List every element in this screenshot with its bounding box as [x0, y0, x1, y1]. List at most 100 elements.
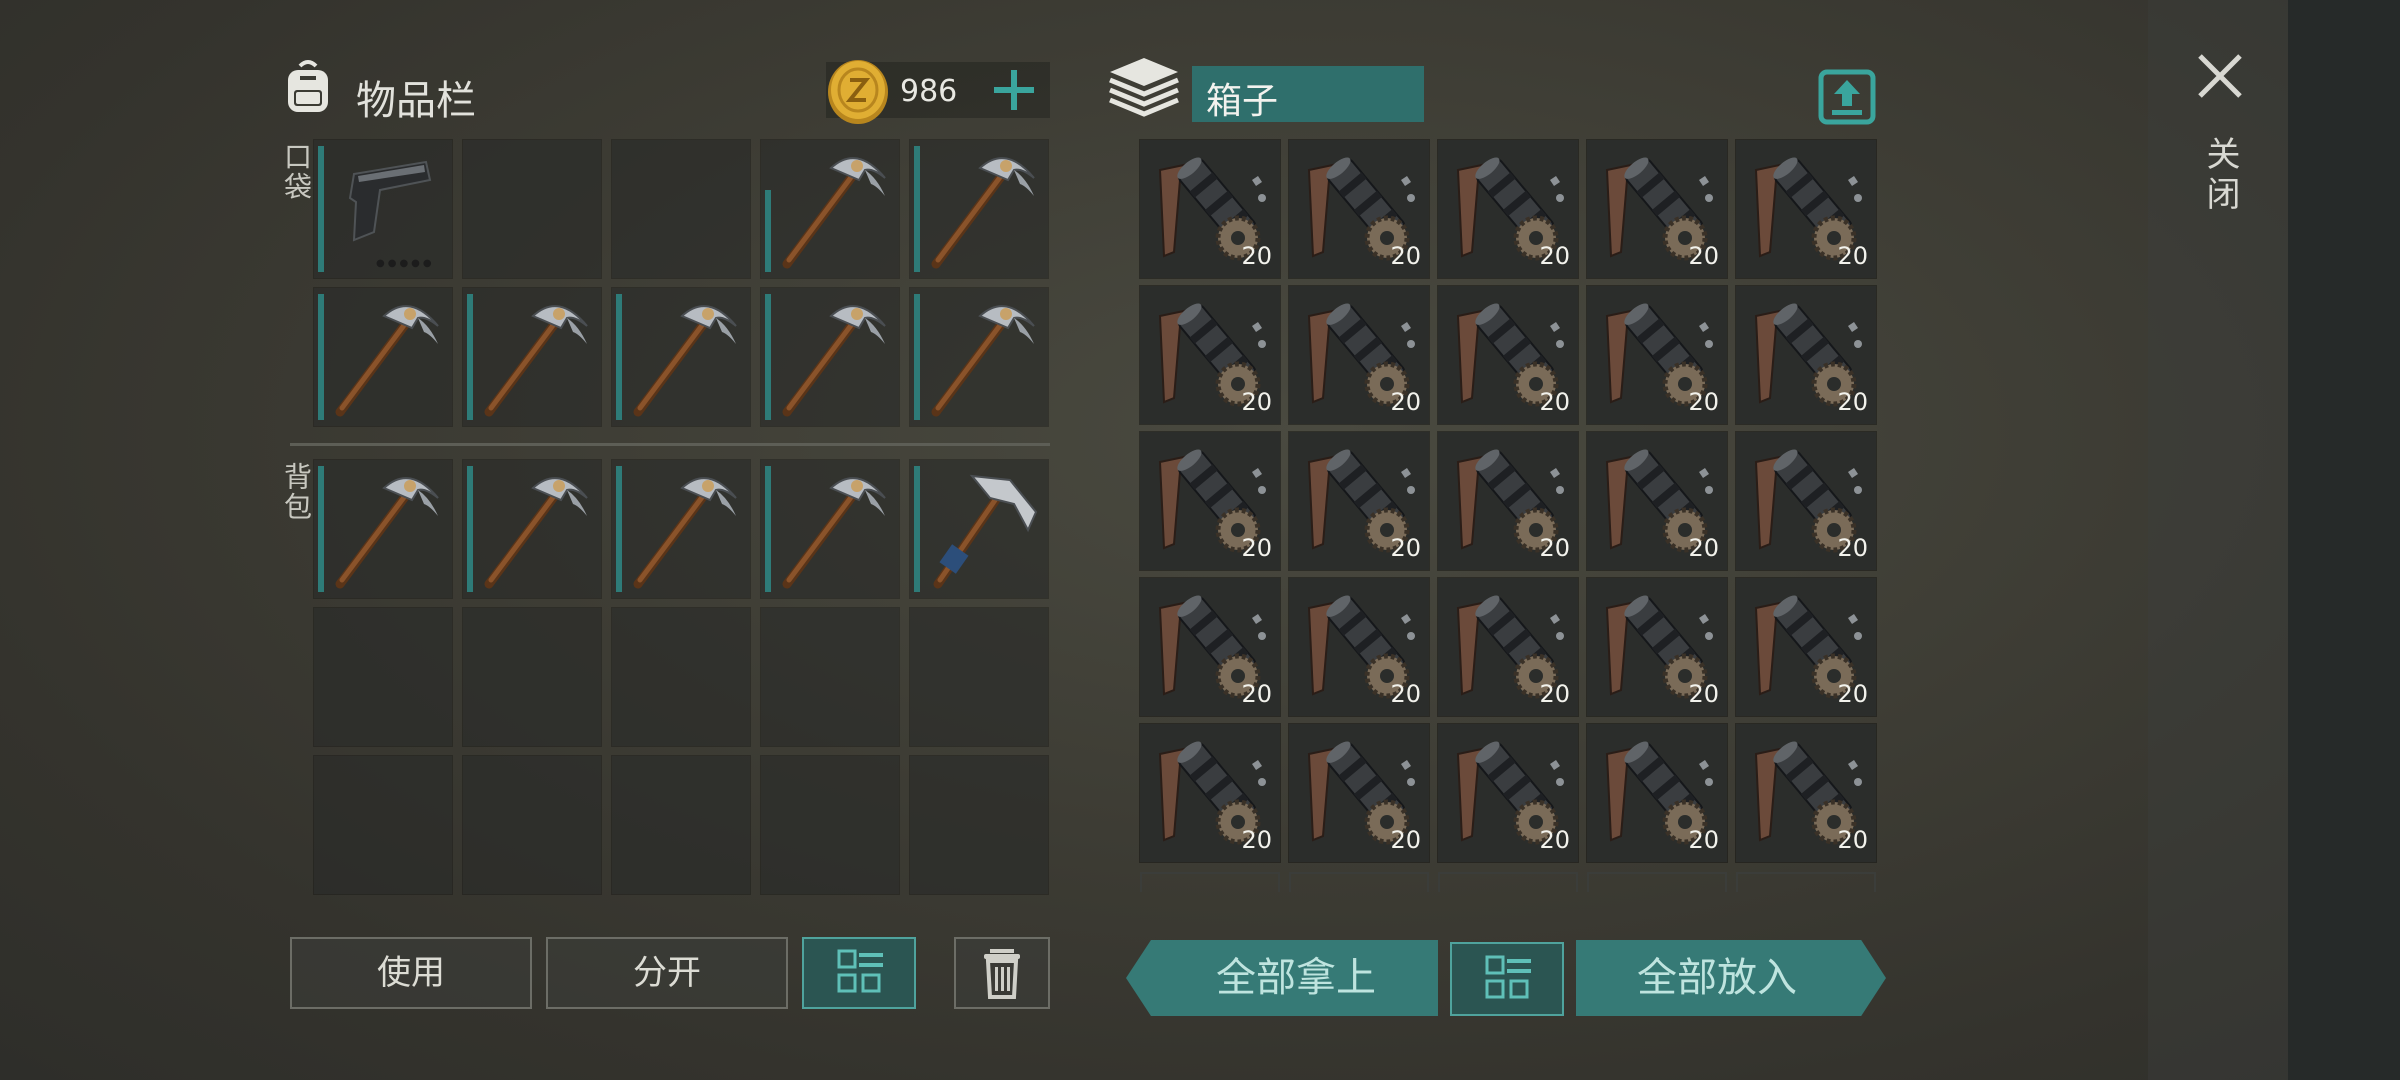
chest-slot[interactable]: 20	[1735, 431, 1877, 571]
chest-slot[interactable]: 20	[1288, 723, 1430, 863]
pocket-slot[interactable]	[760, 287, 900, 427]
pocket-slot[interactable]	[611, 287, 751, 427]
item-count: 20	[1539, 388, 1570, 416]
chest-slot-partial	[1587, 872, 1727, 892]
grid-sort-icon	[837, 949, 883, 993]
pocket-slot[interactable]	[313, 287, 453, 427]
take-all-button[interactable]: 全部拿上	[1126, 940, 1438, 1016]
chest-slot[interactable]: 20	[1437, 577, 1579, 717]
item-count: 20	[1390, 242, 1421, 270]
chest-slot[interactable]: 20	[1139, 723, 1281, 863]
item-count: 20	[1688, 534, 1719, 562]
item-count: 20	[1241, 242, 1272, 270]
backpack-slot[interactable]	[611, 607, 751, 747]
item-count: 20	[1688, 242, 1719, 270]
backpack-slot[interactable]	[462, 459, 602, 599]
item-count: 20	[1688, 680, 1719, 708]
item-count: 20	[1837, 680, 1868, 708]
chest-slot[interactable]: 20	[1735, 577, 1877, 717]
chest-slot[interactable]: 20	[1288, 285, 1430, 425]
item-count: 20	[1539, 680, 1570, 708]
pocket-slot[interactable]	[909, 139, 1049, 279]
pocket-slot[interactable]	[462, 139, 602, 279]
chest-slot[interactable]: 20	[1586, 577, 1728, 717]
item-count: 20	[1688, 826, 1719, 854]
item-count: 20	[1837, 242, 1868, 270]
use-button[interactable]: 使用	[290, 937, 532, 1009]
backpack-slot[interactable]	[313, 755, 453, 895]
backpack-slot[interactable]	[313, 607, 453, 747]
chest-slot-partial	[1736, 872, 1876, 892]
chest-slot[interactable]: 20	[1139, 577, 1281, 717]
put-all-label: 全部放入	[1637, 955, 1797, 1001]
upload-icon[interactable]	[1818, 66, 1876, 126]
pocket-slot[interactable]	[909, 287, 1049, 427]
chest-slot[interactable]: 20	[1288, 431, 1430, 571]
chest-slot[interactable]: 20	[1735, 139, 1877, 279]
backpack-slot[interactable]	[611, 459, 751, 599]
pocket-slot[interactable]	[611, 139, 751, 279]
chest-slot[interactable]: 20	[1437, 431, 1579, 571]
backpack-slot[interactable]	[909, 459, 1049, 599]
chest-slot[interactable]: 20	[1586, 431, 1728, 571]
chest-slot[interactable]: 20	[1586, 285, 1728, 425]
chest-slot[interactable]: 20	[1586, 723, 1728, 863]
item-count: 20	[1837, 388, 1868, 416]
coin-icon	[828, 60, 888, 124]
chest-slot[interactable]: 20	[1437, 285, 1579, 425]
close-label[interactable]: 关闭	[2196, 136, 2245, 216]
ammo-indicator: ●●●●●	[376, 258, 435, 269]
pocket-slot[interactable]	[760, 139, 900, 279]
chest-slot[interactable]: 20	[1139, 431, 1281, 571]
chest-slot[interactable]: 20	[1437, 723, 1579, 863]
backpack-icon	[288, 60, 328, 112]
split-button[interactable]: 分开	[546, 937, 788, 1009]
chest-slot[interactable]: 20	[1735, 285, 1877, 425]
item-count: 20	[1539, 534, 1570, 562]
chest-slot[interactable]: 20	[1139, 139, 1281, 279]
chest-slot[interactable]: 20	[1437, 139, 1579, 279]
chest-slot[interactable]: 20	[1288, 139, 1430, 279]
backpack-slot[interactable]	[909, 755, 1049, 895]
item-count: 20	[1390, 388, 1421, 416]
item-count: 20	[1241, 826, 1272, 854]
sort-chest-button[interactable]	[1450, 942, 1564, 1016]
backpack-slot[interactable]	[462, 607, 602, 747]
section-divider	[290, 443, 1050, 446]
backpack-slot[interactable]	[760, 755, 900, 895]
pocket-slot[interactable]: ●●●●●	[313, 139, 453, 279]
chest-slot-partial	[1140, 872, 1280, 892]
put-all-button[interactable]: 全部放入	[1576, 940, 1886, 1016]
chest-slot-partial	[1289, 872, 1429, 892]
add-coins-button[interactable]	[984, 60, 1044, 120]
chest-slot[interactable]: 20	[1735, 723, 1877, 863]
chest-slot[interactable]: 20	[1586, 139, 1728, 279]
delete-button[interactable]	[954, 937, 1050, 1009]
take-all-label: 全部拿上	[1216, 955, 1376, 1001]
pocket-slot[interactable]	[462, 287, 602, 427]
grid-sort-icon	[1485, 955, 1531, 999]
chest-stack-icon	[1109, 58, 1179, 117]
pocket-label: 口袋	[280, 142, 313, 202]
item-count: 20	[1837, 826, 1868, 854]
close-icon[interactable]	[2196, 52, 2244, 100]
item-count: 20	[1390, 680, 1421, 708]
sort-inventory-button[interactable]	[802, 937, 916, 1009]
backpack-slot[interactable]	[611, 755, 751, 895]
item-count: 20	[1837, 534, 1868, 562]
backpack-slot[interactable]	[760, 607, 900, 747]
coin-amount: 986	[900, 74, 958, 109]
item-count: 20	[1241, 388, 1272, 416]
trash-icon	[984, 949, 1020, 999]
item-count: 20	[1390, 534, 1421, 562]
chest-slot[interactable]: 20	[1288, 577, 1430, 717]
backpack-slot[interactable]	[313, 459, 453, 599]
chest-slot-partial	[1438, 872, 1578, 892]
item-count: 20	[1241, 534, 1272, 562]
backpack-slot[interactable]	[760, 459, 900, 599]
inventory-title: 物品栏	[356, 78, 476, 124]
item-count: 20	[1688, 388, 1719, 416]
backpack-slot[interactable]	[909, 607, 1049, 747]
chest-slot[interactable]: 20	[1139, 285, 1281, 425]
backpack-slot[interactable]	[462, 755, 602, 895]
